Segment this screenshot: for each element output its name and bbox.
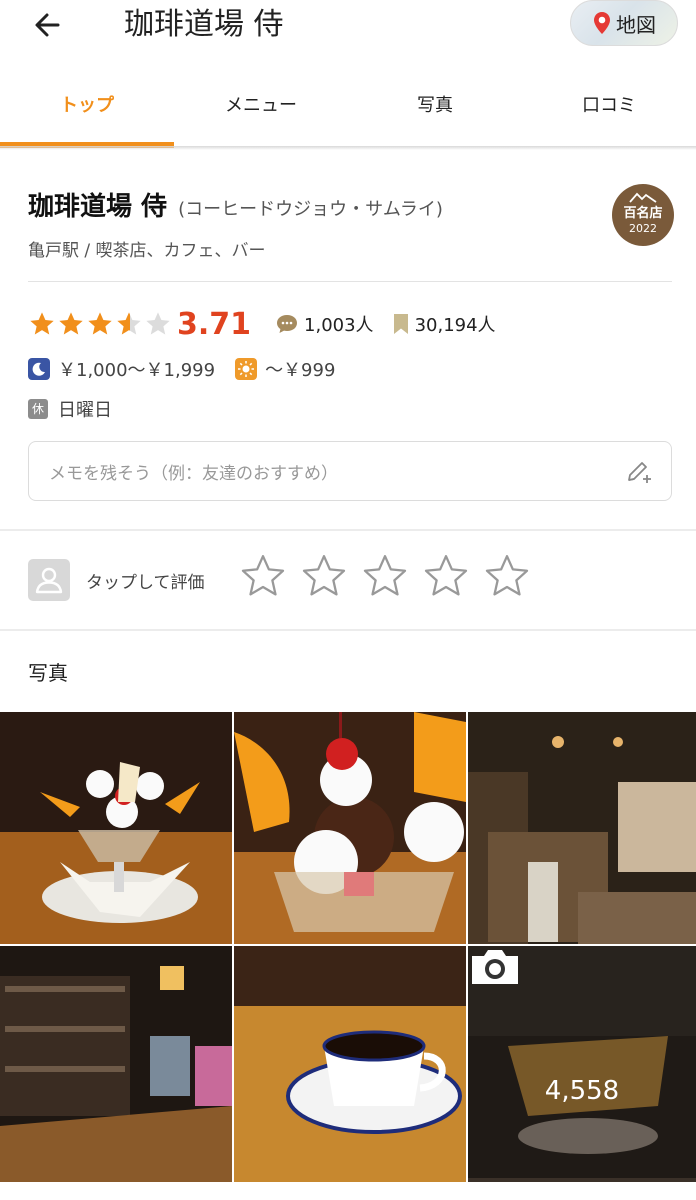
star-full-icon: [88, 312, 112, 335]
memo-placeholder: メモを残そう（例：友達のおすすめ）: [49, 464, 338, 484]
photo-grid: 4,558: [0, 712, 696, 1182]
tab-reviews[interactable]: 口コミ: [522, 70, 696, 146]
holiday-icon: 休: [28, 399, 48, 419]
photo-coffee[interactable]: [234, 946, 466, 1182]
map-button[interactable]: 地図: [570, 0, 678, 46]
shop-name-kana: (コーヒードウジョウ・サムライ): [178, 199, 443, 220]
tap-to-rate-label: タップして評価: [86, 573, 205, 593]
dinner-price: ￥1,000～￥1,999: [58, 360, 216, 381]
tab-top[interactable]: トップ: [0, 70, 174, 148]
comment-icon: [277, 315, 298, 333]
price-row: ￥1,000～￥1,999 ～￥999: [28, 354, 355, 384]
lunch-price: ～￥999: [265, 360, 336, 381]
back-arrow-icon[interactable]: [28, 6, 68, 46]
photo-interior-1[interactable]: [468, 712, 696, 944]
photo-parfait-2[interactable]: [234, 712, 466, 944]
photo-count: 4,558: [544, 1076, 620, 1106]
tab-bar: トップ メニュー 写真 口コミ: [0, 70, 696, 148]
divider: [28, 281, 672, 282]
star-full-icon: [30, 312, 54, 335]
rate-star-3-icon[interactable]: [360, 551, 410, 601]
star-half-icon: [117, 312, 141, 335]
rating-score[interactable]: 3.71: [177, 307, 251, 342]
moon-icon: [28, 358, 50, 380]
photos-section-title: 写真: [28, 661, 68, 685]
star-full-icon: [59, 312, 83, 335]
tab-bar-shadow: [0, 146, 696, 150]
section-divider: [0, 629, 696, 631]
shop-name: 珈琲道場 侍: [28, 192, 168, 222]
photo-parfait-1[interactable]: [0, 712, 232, 944]
section-divider: [0, 529, 696, 531]
star-empty-icon: [146, 312, 170, 335]
pencil-add-icon[interactable]: [625, 458, 653, 486]
rate-star-5-icon[interactable]: [482, 551, 532, 601]
holiday-row: 休 日曜日: [28, 394, 112, 424]
shop-name-row: 珈琲道場 侍 (コーヒードウジョウ・サムライ): [28, 186, 443, 223]
bookmark-icon: [393, 314, 408, 334]
badge-title: 百名店: [623, 206, 663, 221]
rate-star-4-icon[interactable]: [421, 551, 471, 601]
photo-bar-counter[interactable]: [0, 946, 232, 1182]
sun-icon: [235, 358, 258, 380]
badge-year: 2022: [629, 222, 657, 235]
hyakumeiten-badge[interactable]: 百名店 2022: [612, 184, 674, 246]
memo-input[interactable]: メモを残そう（例：友達のおすすめ）: [28, 441, 672, 501]
camera-icon: [472, 950, 518, 984]
review-count[interactable]: 1,003人: [304, 311, 374, 337]
user-avatar-icon: [28, 559, 70, 601]
rate-star-2-icon[interactable]: [299, 551, 349, 601]
rating-stars: [28, 310, 173, 338]
more-photos-tile[interactable]: 4,558: [468, 946, 696, 1182]
shop-genre[interactable]: 亀戸駅 / 喫茶店、カフェ、バー: [28, 236, 266, 261]
map-pin-icon: [594, 12, 610, 34]
rate-star-1-icon[interactable]: [238, 551, 288, 601]
map-button-label: 地図: [616, 12, 656, 37]
holiday-text: 日曜日: [58, 400, 112, 421]
rating-row: 3.71 1,003人 30,194人: [28, 302, 514, 346]
bookmark-count[interactable]: 30,194人: [415, 311, 496, 337]
tab-menu[interactable]: メニュー: [174, 70, 348, 146]
tab-photos[interactable]: 写真: [348, 70, 522, 146]
top-app-bar: 珈琲道場 侍 地図: [0, 0, 696, 60]
page-title: 珈琲道場 侍: [124, 7, 284, 42]
